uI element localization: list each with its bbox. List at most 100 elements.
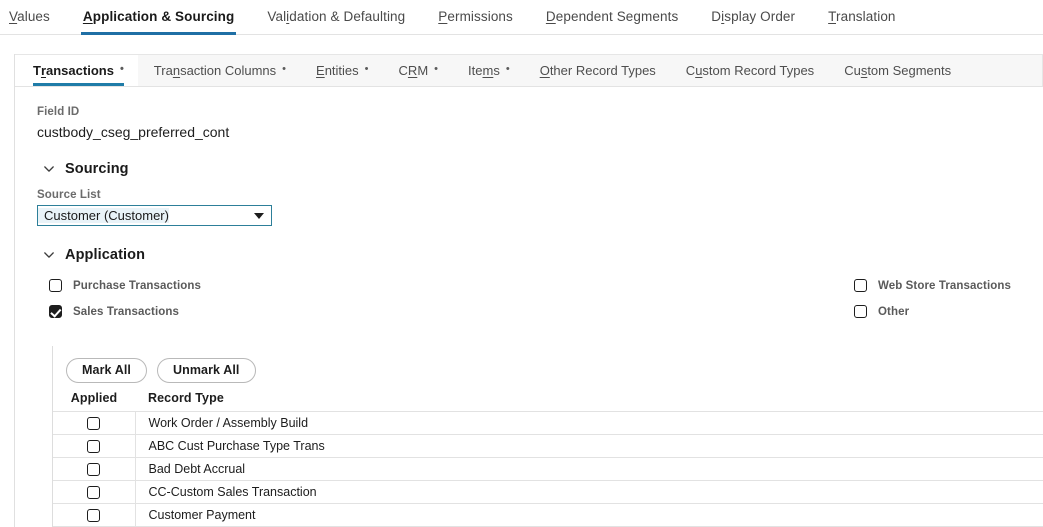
tab-accel-translation: T	[828, 9, 836, 24]
subtab-accel-entities: E	[316, 62, 325, 78]
source-list-selected-value: Customer (Customer)	[38, 208, 169, 223]
tab-dependent-segments[interactable]: Dependent Segments	[546, 0, 678, 35]
column-header-record-type: Record Type	[148, 391, 224, 405]
tab-accel-values: V	[9, 9, 18, 24]
subtab-label-items-b: s	[493, 62, 500, 78]
record-type-table: Applied Record Type Work Order / Assembl…	[53, 388, 1043, 527]
table-row[interactable]: Bad Debt Accrual	[53, 457, 1043, 481]
application-section-title: Application	[65, 247, 146, 263]
row-checkbox-applied[interactable]	[87, 463, 101, 477]
row-checkbox-applied[interactable]	[87, 417, 101, 431]
tab-accel-dependent: D	[545, 9, 556, 24]
subtab-accel-crm: R	[407, 62, 418, 78]
checkbox-row-purchase-transactions[interactable]: Purchase Transactions	[49, 279, 201, 292]
subtab-label-txncols-a: Tra	[153, 62, 173, 78]
subtab-custom-segments[interactable]: Cu s tom Segments	[844, 55, 951, 86]
subtab-label-entities: ntities	[324, 62, 359, 78]
record-type-table-region: Mark All Unmark All Applied Record Type …	[52, 346, 1043, 527]
checkbox-row-web-store-transactions[interactable]: Web Store Transactions	[854, 279, 1011, 292]
cell-applied	[53, 480, 136, 504]
subtab-label-transactions-a: T	[33, 62, 41, 78]
tab-label-display-b: splay Order	[724, 9, 796, 24]
dropdown-caret-icon	[254, 212, 264, 219]
field-id-label: Field ID	[37, 106, 80, 118]
row-checkbox-applied[interactable]	[87, 486, 101, 500]
subtab-dot-icon: •	[364, 62, 369, 75]
chevron-down-icon	[44, 252, 54, 258]
chevron-down-icon	[44, 166, 54, 172]
tab-permissions[interactable]: Permissions	[438, 0, 513, 35]
mark-all-button[interactable]: Mark All	[66, 358, 147, 383]
subtab-dot-icon: •	[434, 62, 439, 75]
sourcing-section-header[interactable]: Sourcing	[42, 161, 1043, 177]
cell-record-type: ABC Cust Purchase Type Trans	[135, 434, 1043, 458]
subtab-label-custseg-b: tom Segments	[867, 62, 952, 78]
subtab-label-custrec-b: stom Record Types	[702, 62, 815, 78]
checkbox-purchase-transactions[interactable]	[49, 279, 62, 292]
panel-body: Field ID custbody_cseg_preferred_cont So…	[15, 87, 1043, 527]
subtab-items[interactable]: Ite m s •	[468, 55, 510, 86]
subtab-transactions[interactable]: Tr ansactions •	[15, 55, 138, 86]
subtab-dot-icon: •	[505, 62, 510, 75]
subtab-accel-other: O	[539, 62, 550, 78]
subtab-dot-icon: •	[282, 62, 287, 75]
subtab-label-other: ther Record Types	[549, 62, 656, 78]
field-id-value: custbody_cseg_preferred_cont	[37, 124, 230, 140]
cell-record-type: Work Order / Assembly Build	[135, 411, 1043, 435]
tab-validation-and-defaulting[interactable]: Validation & Defaulting	[267, 0, 405, 35]
row-checkbox-applied[interactable]	[87, 509, 101, 523]
subtab-other-record-types[interactable]: Other Record Types	[540, 55, 656, 86]
checkbox-sales-transactions[interactable]	[49, 305, 62, 318]
content-panel: Tr ansactions • Tra n saction Columns • Entit…	[14, 54, 1043, 527]
checkbox-web-store-transactions[interactable]	[854, 279, 867, 292]
primary-tab-bar: Values Application & Sourcing Validation…	[0, 0, 1043, 35]
checkbox-label-other: Other	[878, 305, 910, 318]
cell-applied	[53, 503, 136, 527]
record-type-table-head: Applied Record Type	[53, 388, 1043, 412]
subtab-crm[interactable]: C R M •	[399, 55, 438, 86]
table-row[interactable]: Work Order / Assembly Build	[53, 411, 1043, 435]
tab-label-permissions: ermissions	[447, 9, 513, 24]
table-row[interactable]: Customer Payment	[53, 503, 1043, 527]
checkbox-row-sales-transactions[interactable]: Sales Transactions	[49, 305, 179, 318]
subtab-dot-icon: •	[119, 62, 124, 75]
subtab-entities[interactable]: Entities •	[316, 55, 369, 86]
table-row[interactable]: CC-Custom Sales Transaction	[53, 480, 1043, 504]
tab-values[interactable]: Values	[9, 0, 50, 35]
tab-label-display-a: D	[711, 9, 722, 24]
application-checkbox-grid: Purchase Transactions Sales Transactions…	[15, 277, 1043, 329]
subtab-label-txncols-b: saction Columns	[180, 62, 277, 78]
subtab-label-transactions-b: ansactions	[46, 62, 114, 78]
application-section-header[interactable]: Application	[42, 247, 1043, 263]
record-type-table-body: Work Order / Assembly Build ABC Cust Pur…	[53, 411, 1043, 527]
checkbox-label-sales-transactions: Sales Transactions	[73, 305, 179, 318]
checkbox-label-purchase-transactions: Purchase Transactions	[73, 279, 202, 292]
tab-application-and-sourcing[interactable]: Application & Sourcing	[80, 0, 237, 35]
unmark-all-button[interactable]: Unmark All	[156, 358, 256, 383]
subtab-label-custseg-a: Cu	[844, 62, 861, 78]
tab-label-translation: ranslation	[836, 9, 896, 24]
tab-label-application: pplication & Sourcing	[92, 9, 235, 24]
tab-translation[interactable]: Translation	[828, 0, 895, 35]
subtab-accel-items: m	[482, 62, 494, 78]
sourcing-section-title: Sourcing	[65, 161, 129, 177]
cell-applied	[53, 411, 136, 435]
checkbox-label-web-store-transactions: Web Store Transactions	[878, 279, 1011, 292]
checkbox-other[interactable]	[854, 305, 867, 318]
tab-label-validation-a: Val	[267, 9, 287, 24]
tab-accel-application: A	[82, 9, 93, 24]
subtab-custom-record-types[interactable]: Cu stom Record Types	[686, 55, 814, 86]
cell-applied	[53, 457, 136, 481]
subtab-accel-txncols: n	[172, 62, 181, 78]
source-list-select[interactable]: Customer (Customer)	[37, 205, 272, 226]
checkbox-row-other[interactable]: Other	[854, 305, 909, 318]
row-checkbox-applied[interactable]	[87, 440, 101, 454]
cell-record-type: CC-Custom Sales Transaction	[135, 480, 1043, 504]
subtab-transaction-columns[interactable]: Tra n saction Columns •	[154, 55, 286, 86]
tab-label-dependent: ependent Segments	[555, 9, 679, 24]
subtab-label-custrec-a: C	[685, 62, 696, 78]
table-row[interactable]: ABC Cust Purchase Type Trans	[53, 434, 1043, 458]
column-header-applied: Applied	[70, 391, 118, 405]
tab-display-order[interactable]: Display Order	[711, 0, 795, 35]
cell-record-type: Bad Debt Accrual	[135, 457, 1043, 481]
